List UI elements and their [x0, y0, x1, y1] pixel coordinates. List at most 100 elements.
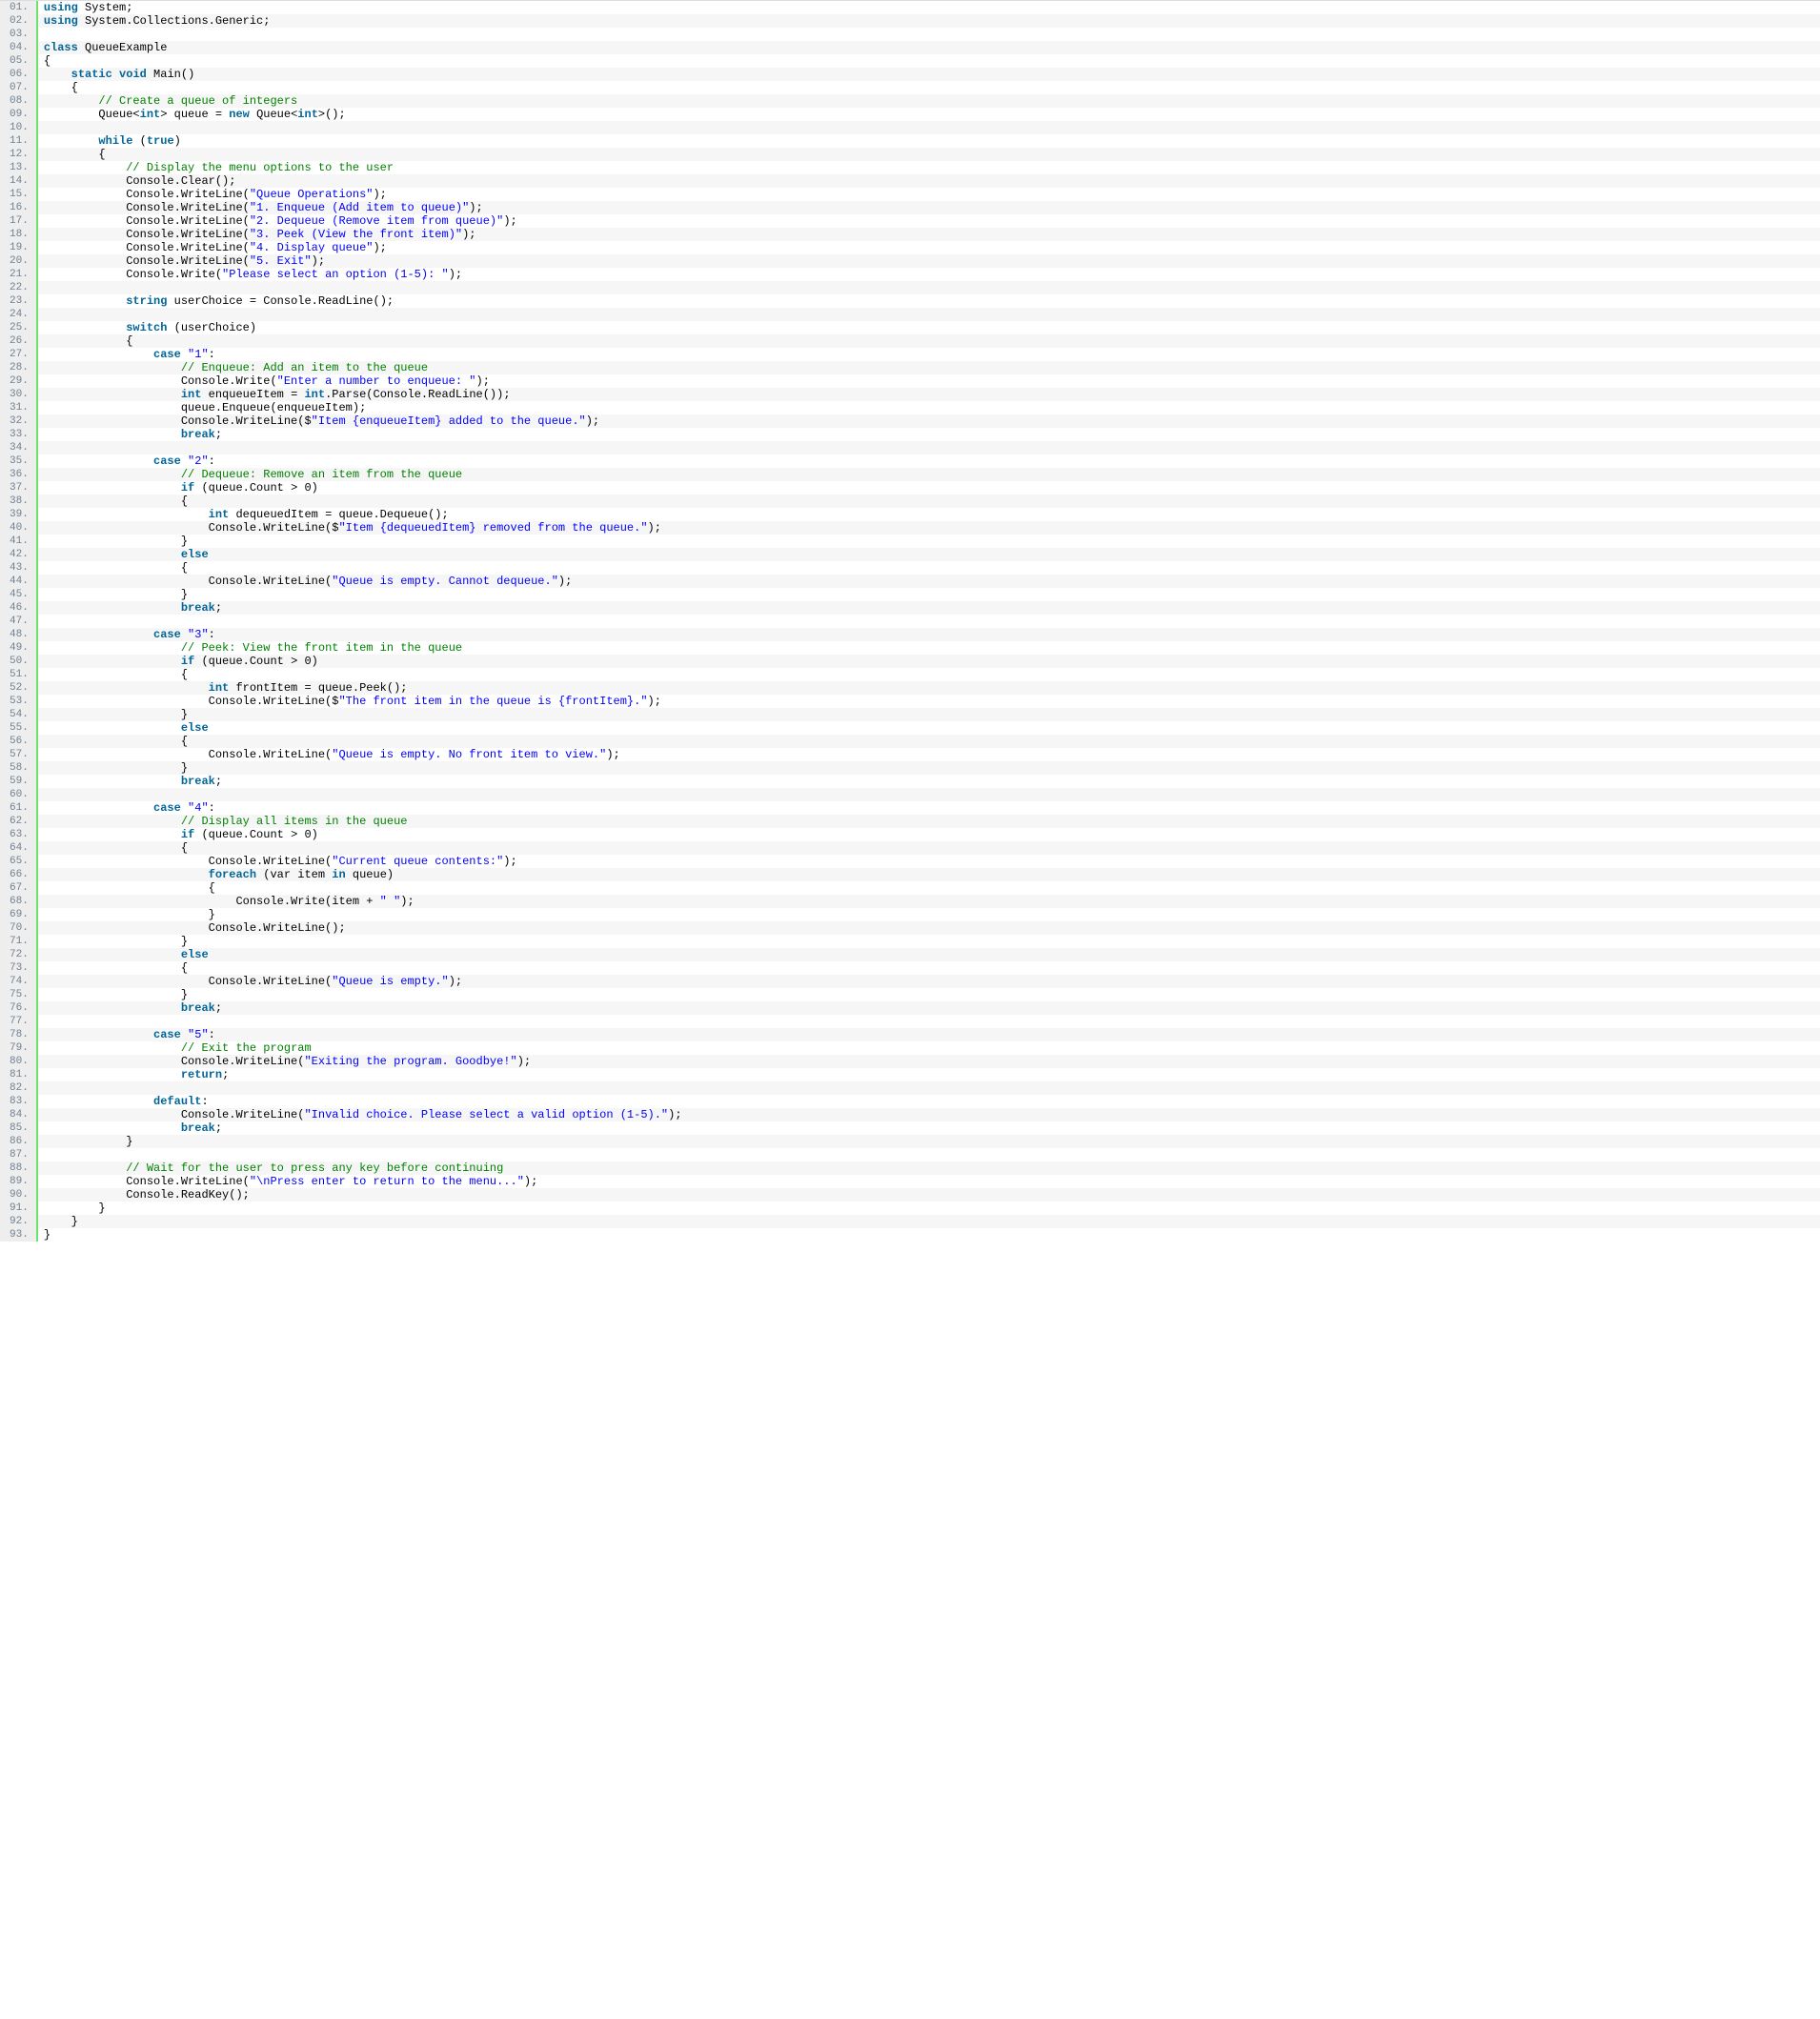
code-line[interactable]: Console.WriteLine("5. Exit"); [38, 254, 1820, 268]
code-line[interactable]: if (queue.Count > 0) [38, 655, 1820, 668]
code-text: Console.WriteLine( [44, 1108, 305, 1121]
code-line[interactable]: using System.Collections.Generic; [38, 14, 1820, 28]
code-line[interactable]: { [38, 334, 1820, 348]
code-line[interactable]: { [38, 735, 1820, 748]
code-line[interactable]: { [38, 881, 1820, 895]
code-line[interactable] [38, 615, 1820, 628]
code-line[interactable]: string userChoice = Console.ReadLine(); [38, 294, 1820, 308]
code-line[interactable]: class QueueExample [38, 41, 1820, 54]
code-line[interactable]: Console.WriteLine(); [38, 921, 1820, 935]
code-line[interactable]: // Wait for the user to press any key be… [38, 1161, 1820, 1175]
code-line[interactable]: Console.WriteLine("4. Display queue"); [38, 241, 1820, 254]
code-line[interactable]: // Peek: View the front item in the queu… [38, 641, 1820, 655]
code-line[interactable]: Console.WriteLine("Exiting the program. … [38, 1055, 1820, 1068]
code-line[interactable]: case "4": [38, 801, 1820, 815]
code-line[interactable]: Console.WriteLine("Invalid choice. Pleas… [38, 1108, 1820, 1121]
code-line[interactable]: break; [38, 1001, 1820, 1015]
code-line[interactable]: Console.ReadKey(); [38, 1188, 1820, 1201]
code-line[interactable]: { [38, 668, 1820, 681]
code-line[interactable]: case "5": [38, 1028, 1820, 1041]
code-line[interactable]: queue.Enqueue(enqueueItem); [38, 401, 1820, 414]
code-line[interactable] [38, 1081, 1820, 1095]
code-line[interactable]: { [38, 148, 1820, 161]
code-line[interactable] [38, 308, 1820, 321]
code-line[interactable]: Console.WriteLine("\nPress enter to retu… [38, 1175, 1820, 1188]
code-line[interactable]: static void Main() [38, 68, 1820, 81]
code-line[interactable]: { [38, 841, 1820, 855]
code-line[interactable]: int dequeuedItem = queue.Dequeue(); [38, 508, 1820, 521]
code-line[interactable]: Console.Write("Enter a number to enqueue… [38, 374, 1820, 388]
code-line[interactable]: } [38, 761, 1820, 775]
code-line[interactable] [38, 1015, 1820, 1028]
code-line[interactable]: } [38, 1201, 1820, 1215]
code-line[interactable]: } [38, 1215, 1820, 1228]
code-line[interactable]: while (true) [38, 134, 1820, 148]
code-line[interactable]: else [38, 548, 1820, 561]
code-line[interactable] [38, 788, 1820, 801]
code-line[interactable]: break; [38, 428, 1820, 441]
code-line[interactable]: Console.Write(item + " "); [38, 895, 1820, 908]
code-line[interactable]: if (queue.Count > 0) [38, 481, 1820, 495]
line-number: 84. [0, 1108, 36, 1121]
line-number: 57. [0, 748, 36, 761]
code-line[interactable]: int enqueueItem = int.Parse(Console.Read… [38, 388, 1820, 401]
code-line[interactable]: // Dequeue: Remove an item from the queu… [38, 468, 1820, 481]
code-line[interactable]: { [38, 961, 1820, 975]
code-line[interactable]: } [38, 1135, 1820, 1148]
code-line[interactable]: Console.WriteLine("Current queue content… [38, 855, 1820, 868]
code-line[interactable]: { [38, 495, 1820, 508]
code-line[interactable]: } [38, 935, 1820, 948]
code-line[interactable]: } [38, 588, 1820, 601]
code-line[interactable]: { [38, 81, 1820, 94]
code-line[interactable] [38, 281, 1820, 294]
code-line[interactable]: default: [38, 1095, 1820, 1108]
code-line[interactable]: case "1": [38, 348, 1820, 361]
code-line[interactable]: return; [38, 1068, 1820, 1081]
code-line[interactable]: break; [38, 601, 1820, 615]
code-line[interactable]: else [38, 721, 1820, 735]
code-line[interactable]: else [38, 948, 1820, 961]
code-line[interactable]: { [38, 54, 1820, 68]
code-line[interactable]: Console.WriteLine("Queue is empty. Canno… [38, 575, 1820, 588]
code-line[interactable]: Console.WriteLine("3. Peek (View the fro… [38, 228, 1820, 241]
code-line[interactable]: using System; [38, 1, 1820, 14]
code-line[interactable] [38, 441, 1820, 454]
code-text: ); [503, 855, 516, 868]
code-line[interactable]: break; [38, 1121, 1820, 1135]
code-line[interactable]: Console.WriteLine("Queue is empty. No fr… [38, 748, 1820, 761]
code-line[interactable]: { [38, 561, 1820, 575]
code-line[interactable]: case "3": [38, 628, 1820, 641]
code-line[interactable] [38, 1148, 1820, 1161]
code-line[interactable]: case "2": [38, 454, 1820, 468]
code-line[interactable]: if (queue.Count > 0) [38, 828, 1820, 841]
code-line[interactable]: int frontItem = queue.Peek(); [38, 681, 1820, 695]
code-line[interactable]: } [38, 535, 1820, 548]
code-line[interactable]: break; [38, 775, 1820, 788]
code-line[interactable]: Console.WriteLine("Queue is empty."); [38, 975, 1820, 988]
code-line[interactable]: } [38, 1228, 1820, 1242]
code-content[interactable]: using System;using System.Collections.Ge… [38, 1, 1820, 1242]
code-line[interactable] [38, 121, 1820, 134]
string-literal: "5. Exit" [250, 254, 312, 268]
code-line[interactable]: foreach (var item in queue) [38, 868, 1820, 881]
code-line[interactable]: // Exit the program [38, 1041, 1820, 1055]
code-line[interactable]: switch (userChoice) [38, 321, 1820, 334]
code-line[interactable]: Queue<int> queue = new Queue<int>(); [38, 108, 1820, 121]
code-line[interactable]: Console.WriteLine("2. Dequeue (Remove it… [38, 214, 1820, 228]
code-line[interactable]: Console.WriteLine($"Item {enqueueItem} a… [38, 414, 1820, 428]
code-text [181, 454, 188, 468]
code-line[interactable]: Console.Clear(); [38, 174, 1820, 188]
code-line[interactable]: Console.Write("Please select an option (… [38, 268, 1820, 281]
code-line[interactable]: // Display the menu options to the user [38, 161, 1820, 174]
code-line[interactable]: Console.WriteLine("1. Enqueue (Add item … [38, 201, 1820, 214]
code-line[interactable]: Console.WriteLine($"The front item in th… [38, 695, 1820, 708]
code-line[interactable]: Console.WriteLine($"Item {dequeuedItem} … [38, 521, 1820, 535]
code-line[interactable] [38, 28, 1820, 41]
code-line[interactable]: // Enqueue: Add an item to the queue [38, 361, 1820, 374]
code-line[interactable]: // Display all items in the queue [38, 815, 1820, 828]
code-line[interactable]: // Create a queue of integers [38, 94, 1820, 108]
code-line[interactable]: } [38, 908, 1820, 921]
code-line[interactable]: } [38, 988, 1820, 1001]
code-line[interactable]: } [38, 708, 1820, 721]
code-line[interactable]: Console.WriteLine("Queue Operations"); [38, 188, 1820, 201]
